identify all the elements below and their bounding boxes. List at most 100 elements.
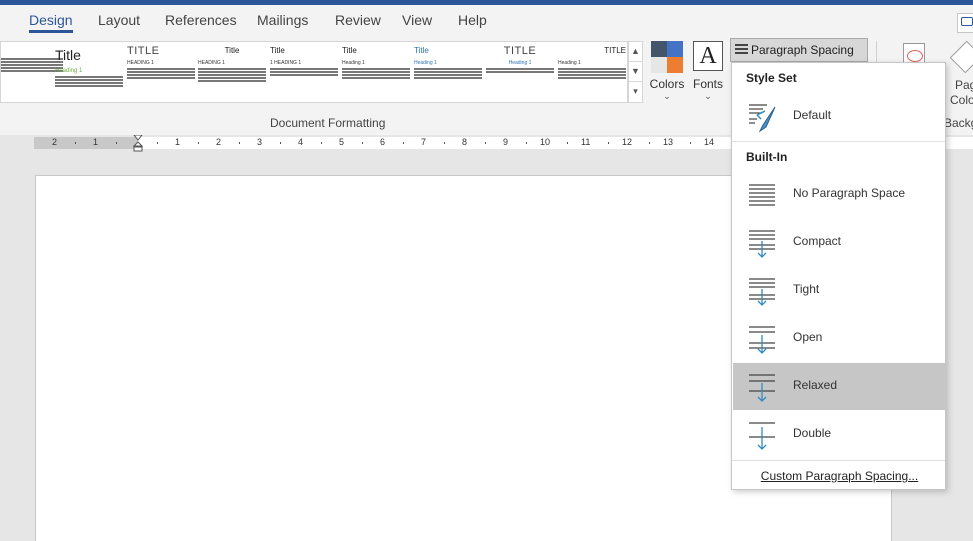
ruler-number: 2 (216, 137, 222, 147)
color-swatch (651, 41, 667, 57)
ruler-number: 3 (257, 137, 263, 147)
style-thumb[interactable]: Title 1 HEADING 1 (270, 46, 338, 102)
custom-paragraph-spacing-button[interactable]: Custom Paragraph Spacing... (733, 463, 946, 489)
fonts-label: Fonts (692, 77, 723, 91)
style-thumb[interactable]: TITLE Heading 1 (486, 46, 554, 102)
colors-icon (651, 41, 683, 73)
ruler-number: 8 (462, 137, 468, 147)
menu-item-open[interactable]: Open (733, 315, 946, 362)
menu-item-compact[interactable]: Compact (733, 219, 946, 266)
menu-item-default[interactable]: Default (733, 93, 946, 140)
chevron-down-icon: ⌄ (704, 91, 712, 101)
ribbon-tabs: Design Layout References Mailings Review… (0, 5, 973, 35)
ruler-number: 2 (52, 137, 58, 147)
fonts-button[interactable]: A Fonts ⌄ (688, 41, 728, 107)
builtin-header: Built-In (746, 150, 788, 164)
menu-item-label: Custom Paragraph Spacing... (760, 469, 919, 483)
page-color-label: Pag (955, 78, 973, 92)
thumb-title: Title (224, 46, 240, 55)
gallery-more-icon[interactable]: ▾ (629, 82, 642, 102)
thumb-heading: Heading 1 (414, 60, 437, 66)
colors-label: Colors (649, 77, 685, 91)
paragraph-spacing-menu: Style Set Default Built-In No Paragraph … (731, 62, 946, 490)
default-spacing-icon (749, 104, 776, 133)
fonts-icon: A (693, 41, 723, 71)
ruler-number: 4 (298, 137, 304, 147)
gallery-scroll-up-icon[interactable]: ▲ (629, 42, 642, 62)
thumb-lines (414, 68, 482, 79)
thumb-heading: 1 (1, 50, 63, 56)
ruler-number: 13 (663, 137, 674, 147)
no-paragraph-space-icon (749, 184, 775, 206)
style-thumb[interactable]: TITLE HEADING 1 (127, 46, 195, 102)
ruler-number: 10 (540, 137, 551, 147)
tab-view[interactable]: View (402, 12, 432, 28)
page-background-group-label: Backg (944, 116, 973, 130)
tab-review[interactable]: Review (335, 12, 381, 28)
group-label-document-formatting: Document Formatting (270, 116, 386, 130)
ruler-number: 5 (339, 137, 345, 147)
comments-button[interactable] (957, 13, 973, 33)
relaxed-spacing-icon (749, 374, 775, 402)
tab-layout[interactable]: Layout (98, 12, 140, 28)
color-swatch (651, 57, 667, 73)
thumb-lines (1, 58, 63, 72)
ruler-number: 1 (175, 137, 181, 147)
style-thumb[interactable]: 1 (1, 46, 63, 102)
menu-item-relaxed[interactable]: Relaxed (733, 363, 946, 410)
menu-item-double[interactable]: Double (733, 411, 946, 458)
thumb-title: Title (270, 46, 285, 55)
style-thumb[interactable]: Title Heading 1 (414, 46, 482, 102)
tab-help[interactable]: Help (458, 12, 487, 28)
color-swatch (667, 57, 683, 73)
colors-button[interactable]: Colors ⌄ (647, 41, 687, 107)
style-set-header: Style Set (746, 71, 797, 85)
thumb-heading: HEADING 1 (127, 60, 154, 66)
menu-divider (732, 141, 945, 142)
chevron-down-icon: ⌄ (663, 91, 671, 101)
compact-spacing-icon (749, 230, 775, 258)
ruler-number: 1 (93, 137, 99, 147)
double-spacing-icon (749, 422, 775, 450)
gallery-scroll-down-icon[interactable]: ▼ (629, 62, 642, 82)
style-thumb[interactable]: TITLE Heading 1 (558, 46, 626, 102)
thumb-title: Title (342, 46, 357, 55)
indent-marker-icon[interactable] (133, 135, 143, 152)
menu-item-label: Double (793, 426, 832, 440)
ruler-number: 12 (622, 137, 633, 147)
paragraph-spacing-icon (735, 44, 748, 56)
menu-item-label: Default (793, 108, 832, 122)
paragraph-spacing-label: Paragraph Spacing (751, 43, 854, 57)
paragraph-spacing-button[interactable]: Paragraph Spacing ⌄ (730, 38, 868, 79)
thumb-lines (342, 68, 410, 79)
menu-divider (732, 460, 945, 461)
gallery-scroll: ▲ ▼ ▾ (628, 41, 643, 103)
tab-mailings[interactable]: Mailings (257, 12, 308, 28)
page-color-icon[interactable] (949, 40, 973, 74)
style-thumb[interactable]: Title Heading 1 (55, 46, 123, 102)
menu-item-tight[interactable]: Tight (733, 267, 946, 314)
thumb-heading: HEADING 1 (198, 60, 225, 66)
comment-icon (961, 17, 973, 26)
thumb-lines (486, 68, 554, 73)
thumb-title: Title (55, 47, 81, 63)
thumb-lines (55, 76, 123, 87)
thumb-lines (558, 68, 626, 79)
thumb-lines (270, 68, 338, 76)
ruler-number: 9 (503, 137, 509, 147)
thumb-title: TITLE (503, 46, 537, 57)
tab-references[interactable]: References (165, 12, 237, 28)
menu-item-no-paragraph-space[interactable]: No Paragraph Space (733, 171, 946, 218)
ruler-margin (34, 137, 138, 149)
style-thumb[interactable]: Title HEADING 1 (198, 46, 266, 102)
ruler-number: 14 (704, 137, 715, 147)
ruler-number: 6 (380, 137, 386, 147)
thumb-title: TITLE (127, 46, 160, 57)
thumb-lines (198, 68, 266, 82)
style-thumb[interactable]: Title Heading 1 (342, 46, 410, 102)
thumb-title: TITLE (604, 46, 626, 55)
thumb-heading: Heading 1 (508, 60, 532, 66)
thumb-lines (127, 68, 195, 79)
menu-item-label: Open (793, 330, 823, 344)
tab-design[interactable]: Design (29, 12, 73, 33)
